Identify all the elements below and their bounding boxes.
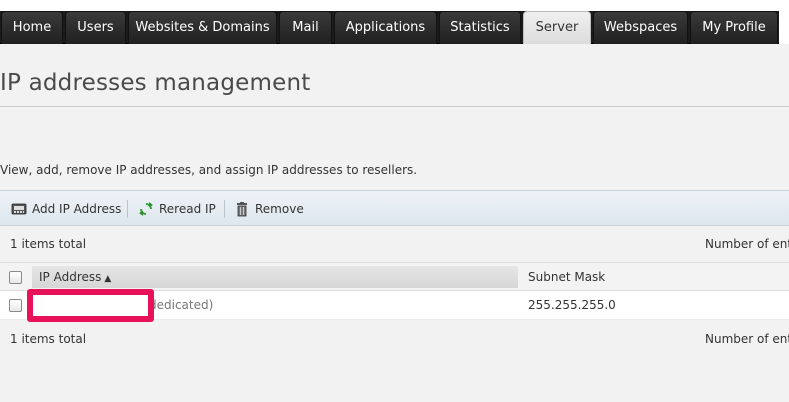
sort-ascending-icon: ▲: [104, 274, 112, 284]
items-total-top: 1 items total: [10, 237, 87, 251]
tab-server[interactable]: Server: [523, 11, 591, 44]
tab-websites-domains[interactable]: Websites & Domains: [128, 11, 277, 44]
redacted-ip-address: [27, 289, 154, 322]
tab-users[interactable]: Users: [65, 11, 126, 44]
toolbar-separator: [127, 200, 128, 218]
table-row: dedicated) 255.255.255.0: [0, 289, 789, 322]
select-all-checkbox[interactable]: [9, 271, 22, 284]
toolbar-separator: [224, 200, 225, 218]
refresh-icon: [138, 201, 154, 217]
entries-per-page-label-bottom: Number of ent: [705, 332, 789, 346]
row-checkbox[interactable]: [9, 299, 22, 312]
main-nav: Home Users Websites & Domains Mail Appli…: [0, 0, 789, 44]
network-card-icon: [11, 201, 27, 217]
tab-applications[interactable]: Applications: [334, 11, 437, 44]
reread-ip-button[interactable]: Reread IP: [138, 191, 216, 227]
tab-webspaces[interactable]: Webspaces: [593, 11, 688, 44]
page-title: IP addresses management: [0, 70, 311, 96]
remove-label: Remove: [255, 202, 304, 216]
table-header: IP Address ▲ Subnet Mask: [0, 262, 789, 291]
trash-icon: [234, 201, 250, 217]
ip-address-type: dedicated): [149, 298, 214, 312]
column-header-ip-address[interactable]: IP Address ▲: [39, 263, 111, 292]
add-ip-address-label: Add IP Address: [32, 202, 122, 216]
tab-home[interactable]: Home: [1, 11, 63, 44]
remove-button[interactable]: Remove: [234, 191, 304, 227]
column-header-ip-label: IP Address: [39, 270, 102, 284]
page-description: View, add, remove IP addresses, and assi…: [0, 163, 418, 177]
title-divider: [0, 106, 789, 107]
add-ip-address-button[interactable]: Add IP Address: [11, 191, 121, 227]
items-total-bottom: 1 items total: [10, 332, 87, 346]
reread-ip-label: Reread IP: [159, 202, 216, 216]
column-header-subnet-mask[interactable]: Subnet Mask: [528, 263, 605, 292]
subnet-mask-cell: 255.255.255.0: [528, 298, 616, 312]
tab-statistics[interactable]: Statistics: [439, 11, 521, 44]
toolbar: Add IP Address Reread IP Remove: [0, 190, 789, 226]
tab-my-profile[interactable]: My Profile: [690, 11, 778, 44]
entries-per-page-label: Number of ent: [705, 237, 789, 251]
ip-address-table: IP Address ▲ Subnet Mask dedicated) 255.2…: [0, 262, 789, 322]
tab-mail[interactable]: Mail: [279, 11, 332, 44]
